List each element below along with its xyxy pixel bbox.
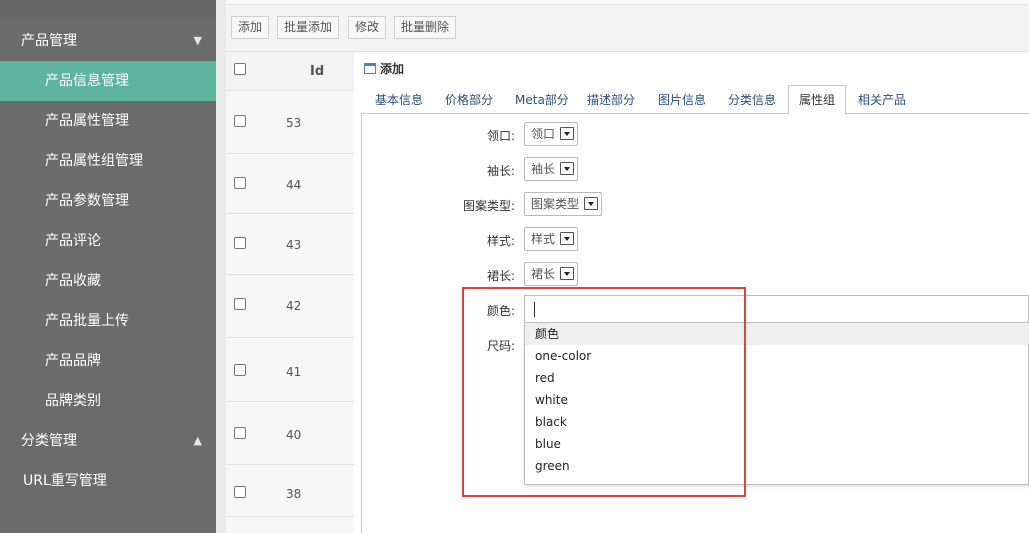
sleeve-length-select-value: 袖长 xyxy=(531,162,556,176)
table-row[interactable]: 53 xyxy=(226,91,354,154)
row-checkbox[interactable] xyxy=(234,298,246,310)
style-label: 样式: xyxy=(486,234,515,248)
sleeve-length-select[interactable]: 袖长 xyxy=(524,157,578,181)
pattern-type-select-value: 图案类型 xyxy=(531,197,580,211)
tab-images[interactable]: 图片信息 xyxy=(658,91,706,108)
sidebar-item-product-brands[interactable]: 产品品牌 xyxy=(0,341,216,381)
collar-select[interactable]: 领口 xyxy=(524,122,578,146)
tab-related-products[interactable]: 相关产品 xyxy=(858,91,906,108)
row-id: 42 xyxy=(286,299,302,313)
sidebar-item-label: 产品属性组管理 xyxy=(45,153,143,169)
sidebar-group-product-management[interactable]: 产品管理 ▼ xyxy=(0,21,216,61)
sidebar-item-label: 产品属性管理 xyxy=(45,113,129,129)
tab-attribute-group[interactable]: 属性组 xyxy=(788,85,847,115)
sidebar: 产品管理 ▼ 产品信息管理 产品属性管理 产品属性组管理 产品参数管理 产品评论… xyxy=(0,0,216,533)
add-button[interactable]: 添加 xyxy=(231,16,270,39)
chevron-down-icon xyxy=(584,197,598,210)
row-checkbox[interactable] xyxy=(234,237,246,249)
table-row[interactable] xyxy=(226,517,354,533)
toolbar: 添加 批量添加 修改 批量删除 xyxy=(226,0,1029,52)
id-column-header[interactable]: Id xyxy=(310,64,324,79)
skirt-length-select-value: 裙长 xyxy=(531,267,556,281)
tab-basic-info[interactable]: 基本信息 xyxy=(375,91,423,108)
chevron-down-icon xyxy=(560,127,574,140)
sidebar-item-product-bulk-upload[interactable]: 产品批量上传 xyxy=(0,301,216,341)
divider xyxy=(216,0,226,533)
chevron-down-icon xyxy=(560,232,574,245)
table-row[interactable]: 40 xyxy=(226,402,354,465)
select-all-checkbox[interactable] xyxy=(234,63,246,75)
window-icon xyxy=(364,63,376,74)
panel-title-text: 添加 xyxy=(380,62,405,76)
sidebar-item-label: 产品批量上传 xyxy=(45,313,129,329)
style-select-value: 样式 xyxy=(531,232,556,246)
row-id: 43 xyxy=(286,238,302,252)
chevron-down-icon: ▼ xyxy=(193,34,202,47)
collar-label: 领口: xyxy=(486,129,515,143)
sidebar-group-label: 分类管理 xyxy=(21,433,77,449)
product-grid: Id 53 44 43 42 41 40 38 xyxy=(226,52,354,533)
table-row[interactable]: 42 xyxy=(226,275,354,338)
sidebar-item-product-favorites[interactable]: 产品收藏 xyxy=(0,261,216,301)
chevron-down-icon xyxy=(560,267,574,280)
skirt-length-label: 裙长: xyxy=(486,269,515,283)
row-checkbox[interactable] xyxy=(234,115,246,127)
sidebar-item-label: 产品参数管理 xyxy=(45,193,129,209)
row-id: 44 xyxy=(286,178,302,192)
row-checkbox[interactable] xyxy=(234,177,246,189)
sidebar-item-product-reviews[interactable]: 产品评论 xyxy=(0,221,216,261)
tab-categories[interactable]: 分类信息 xyxy=(728,91,776,108)
sidebar-group-label: 产品管理 xyxy=(21,33,77,49)
tab-description[interactable]: 描述部分 xyxy=(587,91,635,108)
toolbar-top-line xyxy=(226,0,1029,5)
tab-price[interactable]: 价格部分 xyxy=(445,91,493,108)
sidebar-item-label: 产品信息管理 xyxy=(45,73,129,89)
sidebar-item-label: 产品收藏 xyxy=(45,273,101,289)
sidebar-group-category-management[interactable]: 分类管理 ▲ xyxy=(0,421,216,461)
highlight-annotation-box xyxy=(462,287,746,497)
row-checkbox[interactable] xyxy=(234,427,246,439)
sidebar-top-strip xyxy=(0,0,216,17)
tab-meta[interactable]: Meta部分 xyxy=(515,91,569,108)
sleeve-length-label: 袖长: xyxy=(486,164,515,178)
chevron-down-icon xyxy=(560,162,574,175)
collar-select-value: 领口 xyxy=(531,127,556,141)
sidebar-item-product-info[interactable]: 产品信息管理 xyxy=(0,61,216,101)
grid-header: Id xyxy=(226,52,354,91)
tab-bar: 基本信息 价格部分 Meta部分 描述部分 图片信息 分类信息 属性组 相关产品 xyxy=(361,85,1029,115)
row-id: 41 xyxy=(286,365,302,379)
style-select[interactable]: 样式 xyxy=(524,227,578,251)
table-row[interactable]: 41 xyxy=(226,338,354,402)
edit-button[interactable]: 修改 xyxy=(348,16,387,39)
sidebar-item-product-parameters[interactable]: 产品参数管理 xyxy=(0,181,216,221)
sidebar-item-label: 品牌类别 xyxy=(45,393,101,409)
row-checkbox[interactable] xyxy=(234,486,246,498)
panel-title: 添加 xyxy=(364,60,404,77)
sidebar-item-label: 产品品牌 xyxy=(45,353,101,369)
sidebar-item-product-attributes[interactable]: 产品属性管理 xyxy=(0,101,216,141)
row-id: 40 xyxy=(286,428,302,442)
sidebar-item-label: 产品评论 xyxy=(45,233,101,249)
table-row[interactable]: 43 xyxy=(226,214,354,275)
row-id: 38 xyxy=(286,487,302,501)
pattern-type-label: 图案类型: xyxy=(462,199,515,213)
sidebar-item-label: URL重写管理 xyxy=(23,473,107,489)
row-id: 53 xyxy=(286,116,302,130)
skirt-length-select[interactable]: 裙长 xyxy=(524,262,578,286)
table-row[interactable]: 44 xyxy=(226,154,354,214)
pattern-type-select[interactable]: 图案类型 xyxy=(524,192,602,216)
bulk-add-button[interactable]: 批量添加 xyxy=(277,16,340,39)
bulk-delete-button[interactable]: 批量删除 xyxy=(394,16,457,39)
sidebar-item-url-rewrite[interactable]: URL重写管理 xyxy=(0,461,216,501)
table-row[interactable]: 38 xyxy=(226,465,354,517)
sidebar-item-brand-categories[interactable]: 品牌类别 xyxy=(0,381,216,421)
chevron-up-icon: ▲ xyxy=(193,434,202,447)
row-checkbox[interactable] xyxy=(234,364,246,376)
sidebar-item-product-attribute-groups[interactable]: 产品属性组管理 xyxy=(0,141,216,181)
